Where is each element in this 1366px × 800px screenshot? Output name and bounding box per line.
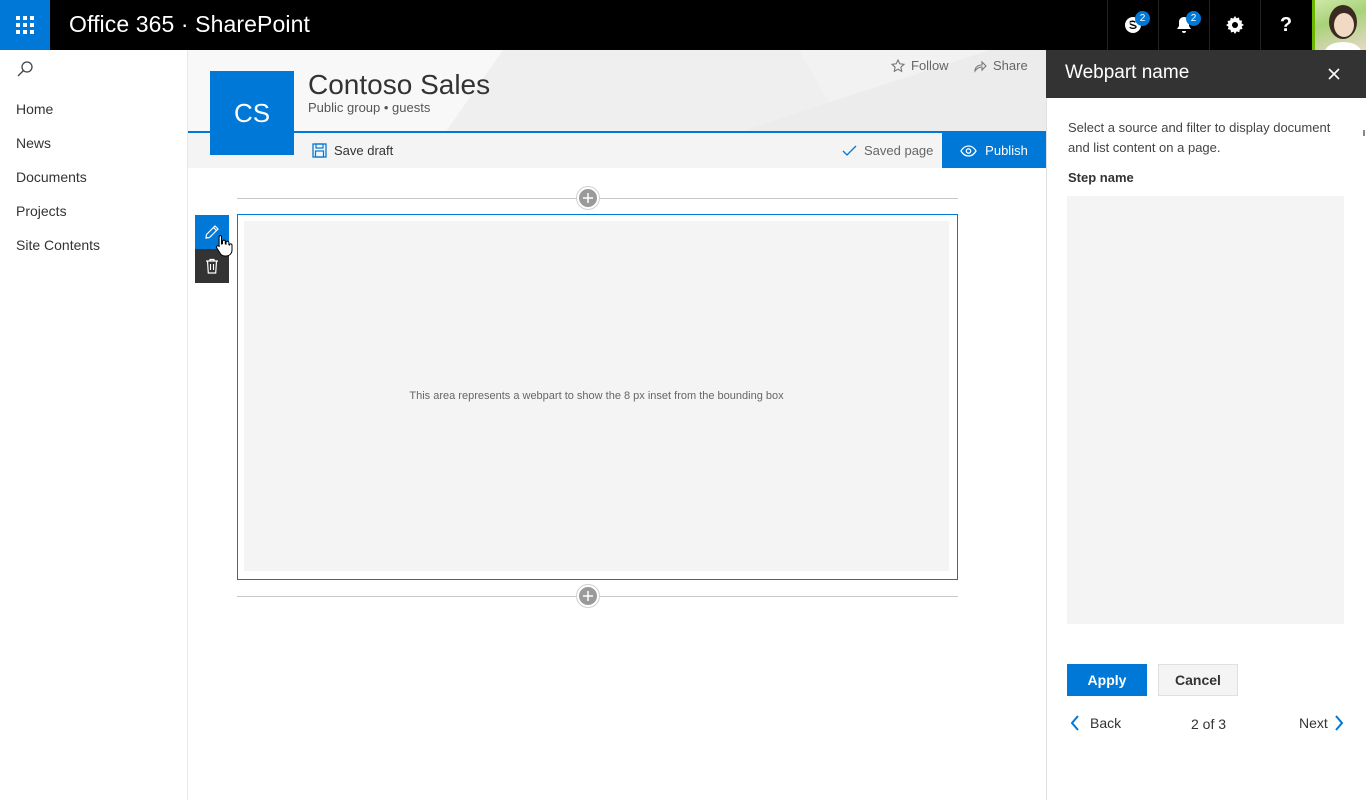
search-icon[interactable] [16, 60, 34, 78]
notifications-badge: 2 [1186, 11, 1201, 26]
suite-title[interactable]: Office 365 · SharePoint [69, 11, 310, 38]
hand-cursor-icon [216, 235, 233, 257]
scrollbar[interactable] [1363, 130, 1365, 136]
left-navigation: Home News Documents Projects Site Conten… [0, 50, 188, 800]
panel-description: Select a source and filter to display do… [1068, 120, 1331, 155]
webpart-area[interactable]: This area represents a webpart to show t… [244, 221, 949, 571]
app-launcher-button[interactable] [0, 0, 50, 50]
save-draft-label: Save draft [334, 143, 394, 158]
save-draft-button[interactable]: Save draft [312, 143, 393, 158]
notifications-button[interactable]: 2 [1158, 0, 1209, 50]
gear-icon [1226, 16, 1244, 34]
trash-icon [206, 258, 218, 274]
chevron-left-icon [1070, 715, 1079, 731]
help-icon: ? [1279, 13, 1293, 36]
eye-icon [960, 144, 977, 157]
save-icon [312, 143, 327, 158]
share-button[interactable]: Share [973, 58, 1028, 73]
plus-icon [583, 591, 593, 601]
site-subtitle: Public group • guests [308, 100, 431, 115]
page-indicator: 2 of 3 [1191, 716, 1227, 732]
help-button[interactable]: ? [1260, 0, 1311, 50]
avatar[interactable] [1312, 0, 1366, 50]
follow-label: Follow [911, 58, 949, 73]
nav-item-projects[interactable]: Projects [16, 203, 67, 219]
webpart-placeholder-text: This area represents a webpart to show t… [409, 390, 784, 402]
next-button[interactable]: Next [1299, 715, 1344, 731]
publish-label: Publish [985, 143, 1028, 158]
share-label: Share [993, 58, 1028, 73]
add-webpart-button-bottom[interactable] [577, 585, 599, 607]
follow-button[interactable]: Follow [891, 58, 949, 73]
user-photo-icon [1325, 5, 1361, 50]
cancel-button[interactable]: Cancel [1158, 664, 1238, 696]
skype-button[interactable]: 2 [1107, 0, 1158, 50]
nav-item-news[interactable]: News [16, 135, 51, 151]
site-logo[interactable]: CS [210, 71, 294, 155]
saved-page-label: Saved page [864, 143, 934, 158]
settings-button[interactable] [1209, 0, 1260, 50]
apply-button[interactable]: Apply [1067, 664, 1147, 696]
close-icon[interactable] [1325, 65, 1343, 83]
plus-icon [583, 193, 593, 203]
step-name-label: Step name [1068, 170, 1134, 185]
panel-title: Webpart name [1065, 62, 1190, 83]
next-label: Next [1299, 715, 1328, 731]
star-icon [891, 58, 905, 72]
add-webpart-button-top[interactable] [577, 187, 599, 209]
nav-item-site-contents[interactable]: Site Contents [16, 237, 100, 253]
waffle-icon [16, 16, 34, 34]
nav-item-documents[interactable]: Documents [16, 169, 87, 185]
step-content-area [1067, 196, 1344, 624]
chevron-right-icon [1335, 715, 1344, 731]
skype-badge: 2 [1135, 11, 1150, 26]
checkmark-icon [842, 145, 857, 156]
share-icon [974, 60, 987, 73]
saved-page-status: Saved page [842, 143, 933, 158]
suite-bar: Office 365 · SharePoint 2 2 ? [0, 0, 1366, 50]
back-button[interactable]: Back [1070, 715, 1121, 731]
back-label: Back [1090, 715, 1122, 731]
nav-item-home[interactable]: Home [16, 101, 53, 117]
site-title: Contoso Sales [308, 69, 491, 100]
publish-button[interactable]: Publish [942, 133, 1046, 168]
